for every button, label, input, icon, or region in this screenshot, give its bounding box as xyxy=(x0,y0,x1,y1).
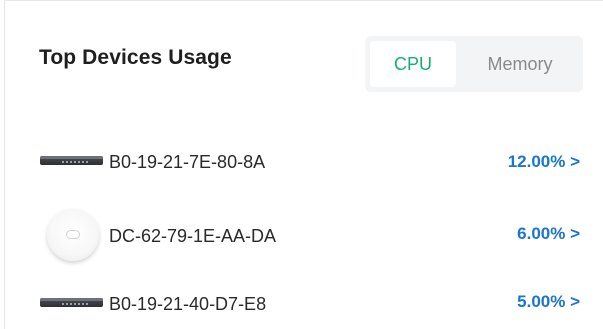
device-usage-link[interactable]: 5.00% > xyxy=(517,292,580,312)
metric-toggle: CPU Memory xyxy=(365,36,583,92)
list-item: DC-62-79-1E-AA-DA 6.00% > xyxy=(5,209,603,261)
tab-cpu[interactable]: CPU xyxy=(370,41,456,87)
list-item: B0-19-21-40-D7-E8 5.00% > xyxy=(5,286,603,326)
device-mac: B0-19-21-40-D7-E8 xyxy=(109,294,267,314)
switch-device-icon xyxy=(40,156,103,165)
device-mac: B0-19-21-7E-80-8A xyxy=(109,152,266,172)
device-usage-link[interactable]: 6.00% > xyxy=(517,224,580,244)
access-point-icon xyxy=(47,209,99,261)
device-mac: DC-62-79-1E-AA-DA xyxy=(109,226,277,246)
top-devices-usage-card: Top Devices Usage CPU Memory B0-19-21-7E… xyxy=(4,0,603,329)
widget-title: Top Devices Usage xyxy=(39,46,232,69)
tab-memory[interactable]: Memory xyxy=(461,41,579,87)
device-usage-link[interactable]: 12.00% > xyxy=(508,152,580,172)
list-item: B0-19-21-7E-80-8A 12.00% > xyxy=(5,144,603,184)
switch-device-icon xyxy=(40,298,103,307)
